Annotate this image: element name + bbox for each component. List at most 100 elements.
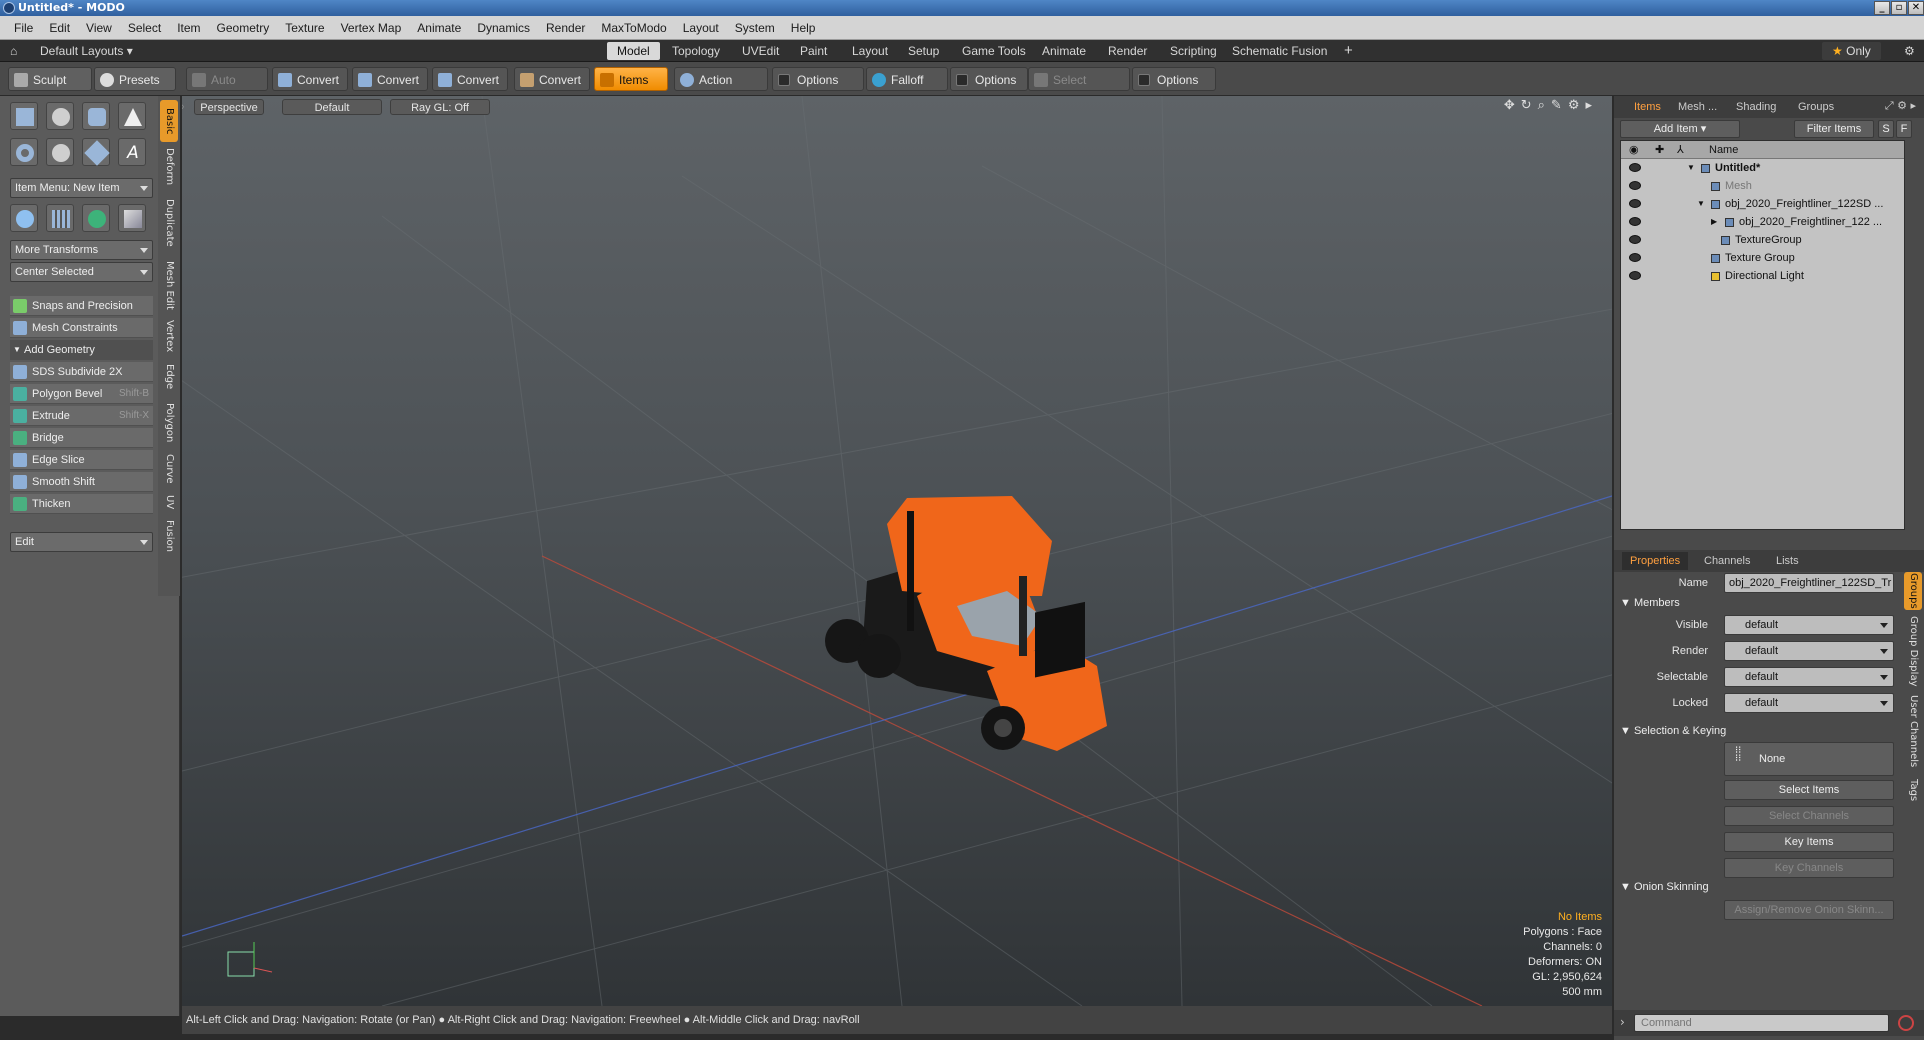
capsule-button[interactable] bbox=[46, 138, 74, 166]
prop-dropdown-selectable[interactable]: default bbox=[1724, 667, 1894, 687]
convert-button-1[interactable]: Convert bbox=[272, 67, 348, 91]
sphere-button[interactable] bbox=[46, 102, 74, 130]
expand-triangle-icon[interactable]: ▼ bbox=[1697, 195, 1705, 213]
command-expand-icon[interactable]: › bbox=[1620, 1015, 1625, 1029]
select-through-button[interactable]: Select Through bbox=[1028, 67, 1130, 111]
maximize-button[interactable]: ▫ bbox=[1891, 1, 1907, 15]
tab-layout[interactable]: Layout bbox=[842, 42, 898, 60]
menu-animate[interactable]: Animate bbox=[409, 16, 469, 40]
3d-viewport[interactable]: ○ Perspective Default Ray GL: Off ✥↻⌕✎⚙▸… bbox=[182, 96, 1612, 1006]
eye-icon[interactable] bbox=[1629, 253, 1641, 262]
menu-item[interactable]: Item bbox=[169, 16, 208, 40]
tab-model[interactable]: Model bbox=[607, 42, 660, 60]
center-selected-dropdown[interactable]: Center Selected bbox=[10, 262, 153, 282]
tab-render[interactable]: Render bbox=[1098, 42, 1157, 60]
convert-button-4[interactable]: Convert bbox=[514, 67, 590, 91]
none-button[interactable]: ⁝⁝ ⁝⁝ None bbox=[1724, 742, 1894, 776]
menu-system[interactable]: System bbox=[727, 16, 783, 40]
item-menu-dropdown[interactable]: Item Menu: New Item bbox=[10, 178, 153, 198]
vtab-fusion[interactable]: Fusion bbox=[160, 516, 178, 556]
command-input[interactable] bbox=[1634, 1014, 1889, 1032]
menu-select[interactable]: Select bbox=[120, 16, 169, 40]
menu-dynamics[interactable]: Dynamics bbox=[469, 16, 538, 40]
vtab-duplicate[interactable]: Duplicate bbox=[160, 192, 178, 254]
item-name-input[interactable] bbox=[1724, 573, 1894, 593]
items-tab-2[interactable]: Shading bbox=[1728, 98, 1784, 116]
falloff-options-button[interactable]: Options bbox=[950, 67, 1028, 91]
vtab-deform[interactable]: Deform bbox=[160, 144, 178, 190]
tool-extrude[interactable]: Extrude Shift-X bbox=[10, 406, 153, 426]
text-tool-button[interactable]: A bbox=[118, 138, 146, 166]
edit-dropdown[interactable]: Edit bbox=[10, 532, 153, 552]
vtab-edge[interactable]: Edge bbox=[160, 358, 178, 396]
tree-row[interactable]: ▼ obj_2020_Freightliner_122SD ... bbox=[1621, 195, 1904, 213]
filter-items-button[interactable]: Filter Items bbox=[1794, 120, 1874, 138]
vtab-curve[interactable]: Curve bbox=[160, 450, 178, 488]
menu-texture[interactable]: Texture bbox=[277, 16, 332, 40]
vtab-vertex[interactable]: Vertex bbox=[160, 316, 178, 356]
vtab-mesh-edit[interactable]: Mesh Edit bbox=[160, 256, 178, 314]
minimize-button[interactable]: _ bbox=[1874, 1, 1890, 15]
cylinder-button[interactable] bbox=[82, 102, 110, 130]
mesh-constraints-button[interactable]: Mesh Constraints bbox=[10, 318, 153, 338]
menu-vertex-map[interactable]: Vertex Map bbox=[333, 16, 410, 40]
vtab-basic[interactable]: Basic bbox=[160, 100, 178, 142]
members-section[interactable]: ▼ Members bbox=[1620, 594, 1680, 612]
tab-topology[interactable]: Topology bbox=[662, 42, 730, 60]
assign-onion-button[interactable]: Assign/Remove Onion Skinn... bbox=[1724, 900, 1894, 920]
record-icon[interactable] bbox=[1898, 1015, 1914, 1031]
falloff-button[interactable]: Falloff bbox=[866, 67, 948, 91]
convert-button-2[interactable]: Convert bbox=[352, 67, 428, 91]
cone-button[interactable] bbox=[118, 102, 146, 130]
add-tab-icon[interactable]: + bbox=[1334, 42, 1363, 60]
menu-help[interactable]: Help bbox=[783, 16, 824, 40]
tool-sds-subdivide-2x[interactable]: SDS Subdivide 2X bbox=[10, 362, 153, 382]
shading-mode-button[interactable]: Default bbox=[282, 99, 382, 115]
plane-button[interactable] bbox=[118, 204, 146, 232]
select-items-button[interactable]: Select Items bbox=[1724, 780, 1894, 800]
props-tab-properties[interactable]: Properties bbox=[1622, 552, 1689, 570]
tool-bridge[interactable]: Bridge bbox=[10, 428, 153, 448]
tab-paint[interactable]: Paint bbox=[790, 42, 837, 60]
add-item-button[interactable]: Add Item ▾ bbox=[1620, 120, 1740, 138]
prop-dropdown-locked[interactable]: default bbox=[1724, 693, 1894, 713]
tree-row[interactable]: Mesh bbox=[1621, 177, 1904, 195]
view-type-button[interactable]: Perspective bbox=[194, 99, 264, 115]
action-center-options-button[interactable]: Options bbox=[772, 67, 864, 91]
panel-expand-icon[interactable]: ⤢ ⚙ ▸ bbox=[1885, 99, 1916, 113]
eye-icon[interactable] bbox=[1629, 217, 1641, 226]
menu-geometry[interactable]: Geometry bbox=[209, 16, 278, 40]
vtab-uv[interactable]: UV bbox=[160, 490, 178, 514]
close-button[interactable]: ✕ bbox=[1908, 1, 1924, 15]
home-icon[interactable]: ⌂ bbox=[4, 42, 27, 60]
tab-game-tools[interactable]: Game Tools bbox=[952, 42, 1036, 60]
menu-edit[interactable]: Edit bbox=[41, 16, 78, 40]
convert-button-3[interactable]: Convert bbox=[432, 67, 508, 91]
tree-row[interactable]: ▼ Untitled* bbox=[1621, 159, 1904, 177]
items-tab-3[interactable]: Groups bbox=[1790, 98, 1842, 116]
add-geometry-section[interactable]: ▼ Add Geometry bbox=[10, 340, 153, 360]
vtab-polygon[interactable]: Polygon bbox=[160, 398, 178, 448]
items-tab-0[interactable]: Items bbox=[1626, 98, 1669, 116]
tool-edge-slice[interactable]: Edge Slice bbox=[10, 450, 153, 470]
key-items-button[interactable]: Key Items bbox=[1724, 832, 1894, 852]
torus-button[interactable] bbox=[10, 138, 38, 166]
tree-row[interactable]: TextureGroup bbox=[1621, 231, 1904, 249]
tab-setup[interactable]: Setup bbox=[898, 42, 949, 60]
globe-button[interactable] bbox=[82, 204, 110, 232]
tab-uvedit[interactable]: UVEdit bbox=[732, 42, 789, 60]
select-through-options-button[interactable]: Options bbox=[1132, 67, 1216, 91]
eye-icon[interactable] bbox=[1629, 199, 1641, 208]
onion-skinning-section[interactable]: ▼ Onion Skinning bbox=[1620, 878, 1709, 896]
menu-render[interactable]: Render bbox=[538, 16, 593, 40]
props-tab-channels[interactable]: Channels bbox=[1696, 552, 1758, 570]
props-tab-lists[interactable]: Lists bbox=[1768, 552, 1807, 570]
sculpt-button[interactable]: Sculpt bbox=[8, 67, 92, 91]
menu-file[interactable]: File bbox=[0, 16, 41, 40]
tree-row[interactable]: Directional Light bbox=[1621, 267, 1904, 285]
tool-smooth-shift[interactable]: Smooth Shift bbox=[10, 472, 153, 492]
side-tab-user-channels[interactable]: User Channels bbox=[1904, 692, 1922, 770]
tree-row[interactable]: ▶ obj_2020_Freightliner_122 ... bbox=[1621, 213, 1904, 231]
f-button[interactable]: F bbox=[1896, 120, 1912, 138]
raygl-button[interactable]: Ray GL: Off bbox=[390, 99, 490, 115]
